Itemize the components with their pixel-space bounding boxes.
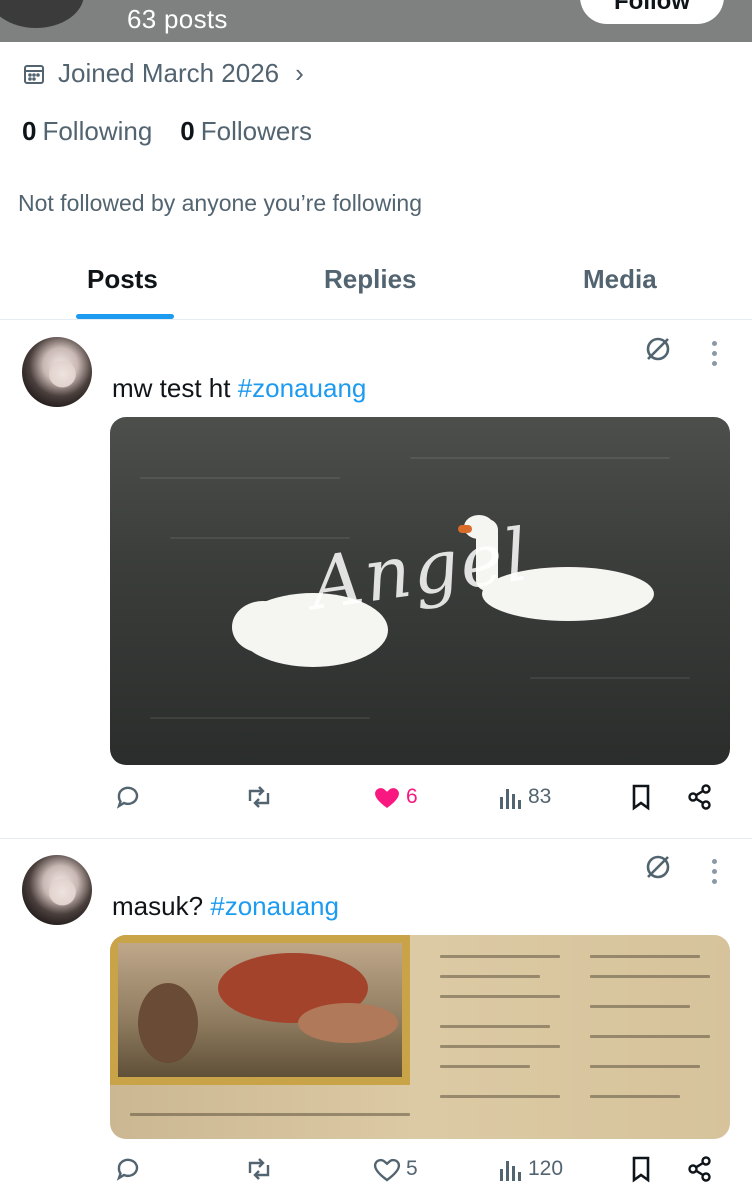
profile-header-bar: ‹ 63 posts Follow bbox=[0, 0, 752, 42]
painting-illustration bbox=[110, 935, 410, 1085]
heart-filled-icon bbox=[375, 788, 399, 808]
hashtag-link[interactable]: #zonauang bbox=[210, 891, 339, 921]
share-icon bbox=[688, 784, 711, 810]
joined-date[interactable]: Joined March 2026 › bbox=[22, 58, 304, 89]
back-button[interactable]: ‹ bbox=[0, 0, 84, 28]
active-tab-indicator bbox=[76, 314, 174, 319]
no-sign-icon[interactable] bbox=[644, 335, 672, 363]
reply-icon bbox=[116, 1158, 139, 1181]
bar-chart-icon bbox=[500, 789, 521, 809]
share-icon bbox=[688, 1156, 711, 1182]
repost-button[interactable] bbox=[244, 1155, 274, 1183]
joined-label: Joined March 2026 bbox=[58, 58, 280, 88]
reply-icon bbox=[116, 786, 139, 809]
post-image[interactable] bbox=[110, 935, 730, 1139]
tab-media[interactable]: Media bbox=[583, 264, 657, 295]
following-link[interactable]: 0 Following bbox=[22, 116, 152, 147]
calendar-icon bbox=[24, 64, 44, 84]
bar-chart-icon bbox=[500, 1161, 521, 1181]
chevron-right-icon: › bbox=[295, 58, 304, 88]
posts-count: 63 posts bbox=[127, 4, 228, 34]
profile-tabs: Posts Replies Media bbox=[0, 250, 752, 320]
bookmark-icon bbox=[632, 784, 650, 811]
post-body: masuk? bbox=[112, 891, 211, 921]
follow-stats: 0 Following 0 Followers bbox=[22, 116, 340, 147]
post-actions: 6 83 bbox=[0, 783, 752, 823]
not-followed-text: Not followed by anyone you’re following bbox=[18, 190, 423, 216]
avatar[interactable] bbox=[22, 855, 92, 925]
heart-outline-icon bbox=[373, 1158, 401, 1182]
bookmark-button[interactable] bbox=[628, 1155, 654, 1183]
share-button[interactable] bbox=[686, 783, 714, 811]
views-button[interactable]: 83 bbox=[498, 783, 551, 811]
post-text: masuk? #zonauang bbox=[112, 891, 339, 922]
follow-button[interactable]: Follow bbox=[580, 0, 724, 24]
post-body: mw test ht bbox=[112, 373, 238, 403]
post[interactable]: mw test ht #zonauang Angel 6 83 bbox=[0, 321, 752, 839]
views-button[interactable]: 120 bbox=[498, 1155, 563, 1183]
bookmark-icon bbox=[632, 1156, 650, 1183]
repost-icon bbox=[248, 1158, 270, 1180]
like-count: 6 bbox=[406, 785, 418, 808]
no-sign-icon[interactable] bbox=[644, 853, 672, 881]
more-options-icon[interactable] bbox=[712, 341, 720, 371]
followers-label: Followers bbox=[200, 116, 313, 146]
bookmark-button[interactable] bbox=[628, 783, 654, 811]
like-button[interactable]: 5 bbox=[372, 1155, 418, 1183]
post-image[interactable]: Angel bbox=[110, 417, 730, 765]
view-count: 83 bbox=[528, 785, 552, 808]
followers-link[interactable]: 0 Followers bbox=[180, 116, 312, 147]
more-options-icon[interactable] bbox=[712, 859, 720, 889]
post-actions: 5 120 bbox=[0, 1155, 752, 1195]
tab-replies[interactable]: Replies bbox=[324, 264, 417, 295]
like-count: 5 bbox=[406, 1157, 418, 1180]
repost-icon bbox=[248, 786, 270, 808]
share-button[interactable] bbox=[686, 1155, 714, 1183]
view-count: 120 bbox=[528, 1157, 564, 1180]
post-text: mw test ht #zonauang bbox=[112, 373, 366, 404]
tab-posts[interactable]: Posts bbox=[87, 264, 158, 295]
following-count: 0 bbox=[22, 116, 37, 146]
avatar[interactable] bbox=[22, 337, 92, 407]
post[interactable]: masuk? #zonauang 5 120 bbox=[0, 839, 752, 1200]
reply-button[interactable] bbox=[114, 1155, 142, 1183]
followers-count: 0 bbox=[180, 116, 195, 146]
like-button[interactable]: 6 bbox=[372, 783, 418, 811]
reply-button[interactable] bbox=[114, 783, 142, 811]
repost-button[interactable] bbox=[244, 783, 274, 811]
hashtag-link[interactable]: #zonauang bbox=[238, 373, 367, 403]
following-label: Following bbox=[42, 116, 153, 146]
